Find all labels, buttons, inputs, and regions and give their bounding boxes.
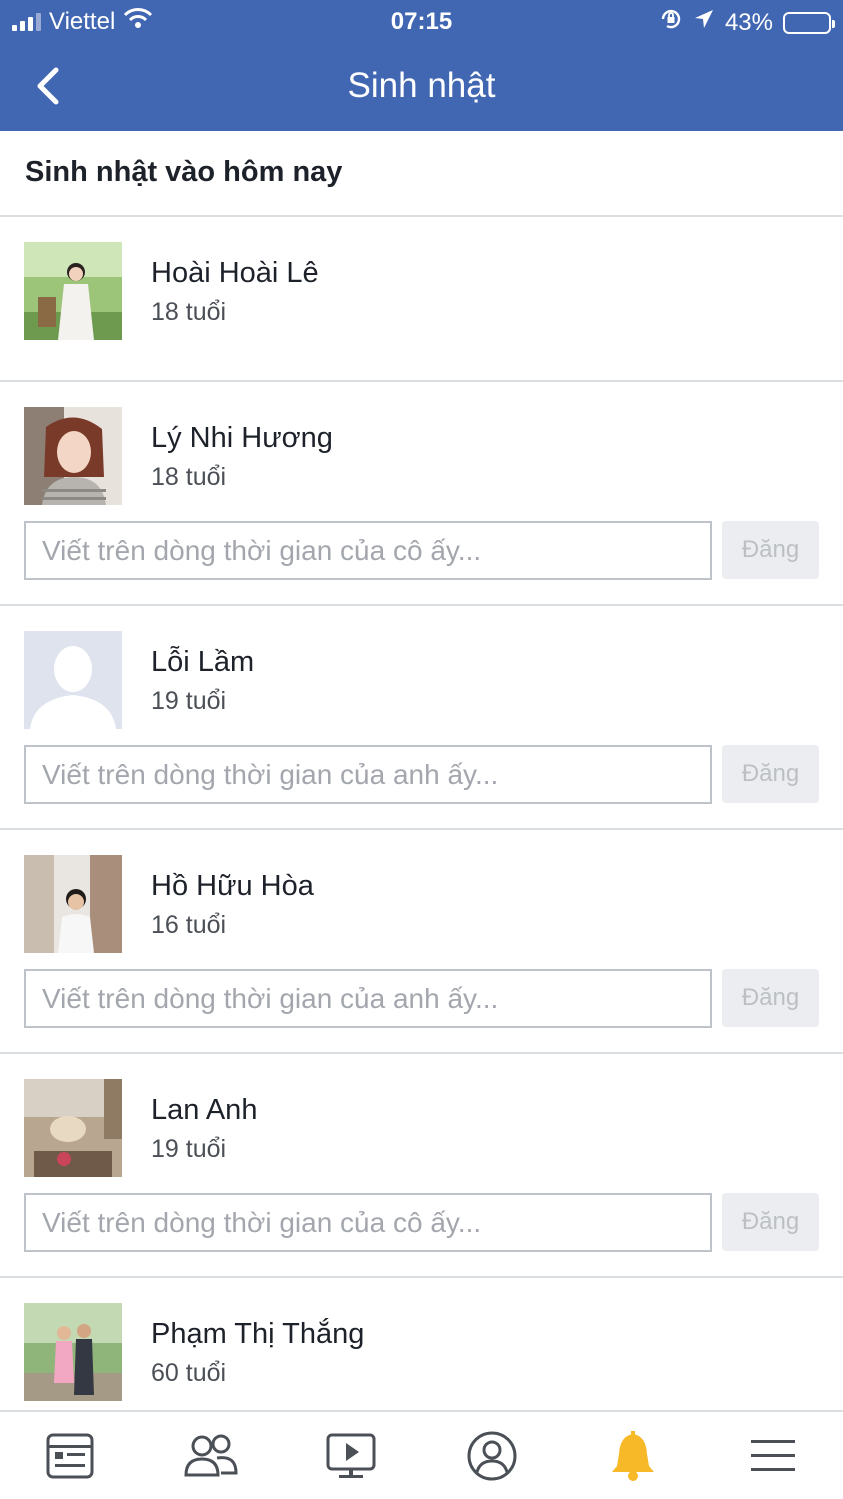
person-age: 60 tuổi bbox=[151, 1359, 227, 1387]
timeline-post-input[interactable]: Viết trên dòng thời gian của anh ấy... bbox=[24, 969, 712, 1028]
divider bbox=[0, 1052, 843, 1054]
notifications-bell-icon[interactable] bbox=[603, 1426, 663, 1486]
post-button[interactable]: Đăng bbox=[722, 745, 819, 803]
input-placeholder: Viết trên dòng thời gian của cô ấy... bbox=[42, 1207, 482, 1238]
divider bbox=[0, 1276, 843, 1278]
input-placeholder: Viết trên dòng thời gian của cô ấy... bbox=[42, 535, 482, 566]
section-title: Sinh nhật vào hôm nay bbox=[25, 156, 343, 188]
input-placeholder: Viết trên dòng thời gian của anh ấy... bbox=[42, 759, 499, 790]
person-name[interactable]: Lan Anh bbox=[151, 1094, 257, 1127]
person-name[interactable]: Phạm Thị Thắng bbox=[151, 1318, 364, 1351]
person-age: 18 tuổi bbox=[151, 463, 227, 491]
avatar-placeholder-icon[interactable] bbox=[24, 631, 122, 729]
avatar[interactable] bbox=[24, 855, 122, 953]
timeline-post-input[interactable]: Viết trên dòng thời gian của cô ấy... bbox=[24, 521, 712, 580]
person-name[interactable]: Hồ Hữu Hòa bbox=[151, 870, 314, 903]
post-button[interactable]: Đăng bbox=[722, 969, 819, 1027]
person-age: 19 tuổi bbox=[151, 1135, 227, 1163]
divider bbox=[0, 380, 843, 382]
person-age: 18 tuổi bbox=[151, 298, 227, 326]
menu-icon[interactable] bbox=[743, 1426, 803, 1486]
avatar[interactable] bbox=[24, 407, 122, 505]
top-bar: Viettel 07:15 43% Sinh nhật bbox=[0, 0, 843, 131]
nav-bar: Sinh nhật bbox=[0, 44, 843, 131]
status-bar: Viettel 07:15 43% bbox=[0, 0, 843, 44]
post-button[interactable]: Đăng bbox=[722, 521, 819, 579]
input-placeholder: Viết trên dòng thời gian của anh ấy... bbox=[42, 983, 499, 1014]
divider bbox=[0, 828, 843, 830]
person-age: 16 tuổi bbox=[151, 911, 227, 939]
rotation-lock-icon bbox=[659, 7, 683, 38]
person-name[interactable]: Hoài Hoài Lê bbox=[151, 257, 319, 290]
page-title: Sinh nhật bbox=[347, 66, 496, 105]
profile-icon[interactable] bbox=[462, 1426, 522, 1486]
friends-icon[interactable] bbox=[181, 1426, 241, 1486]
avatar[interactable] bbox=[24, 1303, 122, 1401]
status-right: 43% bbox=[659, 7, 835, 38]
battery-percent: 43% bbox=[724, 8, 773, 36]
person-age: 19 tuổi bbox=[151, 687, 227, 715]
bottom-tab-bar bbox=[0, 1410, 843, 1499]
timeline-post-input[interactable]: Viết trên dòng thời gian của anh ấy... bbox=[24, 745, 712, 804]
divider bbox=[0, 215, 843, 217]
person-name[interactable]: Lỗi Lầm bbox=[151, 646, 254, 679]
battery-icon bbox=[783, 11, 835, 34]
person-name[interactable]: Lý Nhi Hương bbox=[151, 422, 333, 455]
avatar[interactable] bbox=[24, 242, 122, 340]
divider bbox=[0, 604, 843, 606]
avatar[interactable] bbox=[24, 1079, 122, 1177]
news-feed-icon[interactable] bbox=[40, 1426, 100, 1486]
timeline-post-input[interactable]: Viết trên dòng thời gian của cô ấy... bbox=[24, 1193, 712, 1252]
watch-icon[interactable] bbox=[321, 1426, 381, 1486]
post-button[interactable]: Đăng bbox=[722, 1193, 819, 1251]
location-icon bbox=[693, 8, 715, 37]
